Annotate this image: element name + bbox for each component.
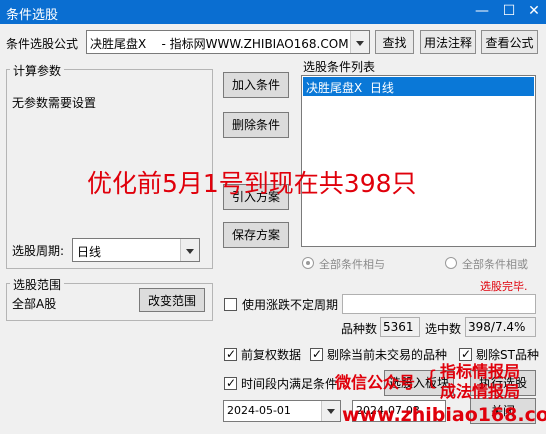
formula-select[interactable]: 决胜尾盘X - 指标网WWW.ZHIBIAO168.COM <box>86 30 370 54</box>
unfixed-period-input[interactable] <box>342 294 536 314</box>
period-label: 选股周期: <box>12 244 65 258</box>
condition-list-label: 选股条件列表 <box>303 60 376 74</box>
find-button[interactable]: 查找 <box>375 30 414 54</box>
calendar-dropdown-icon[interactable] <box>321 401 340 421</box>
formula-value: 决胜尾盘X - 指标网WWW.ZHIBIAO168.COM <box>90 37 349 51</box>
prior-adjust-checkbox[interactable]: ✓ <box>224 347 237 361</box>
overlay-site: www.zhibiao168.com <box>342 404 546 426</box>
start-date-field[interactable]: 2024-05-01 <box>223 400 341 422</box>
overlay-headline: 优化前5月1号到现在共398只 <box>87 169 417 198</box>
start-date-value: 2024-05-01 <box>227 404 291 417</box>
unfixed-period-checkbox[interactable] <box>224 298 237 311</box>
period-value: 日线 <box>77 245 102 259</box>
condition-list[interactable]: 决胜尾盘X 日线 <box>301 75 536 247</box>
stock-count-box: 5361 <box>380 317 420 337</box>
view-formula-button[interactable]: 查看公式 <box>481 30 538 54</box>
or-label: 全部条件相或 <box>462 258 528 271</box>
prior-adjust-label: 前复权数据 <box>241 348 302 362</box>
close-icon[interactable]: ✕ <box>522 0 546 24</box>
chevron-down-icon[interactable] <box>180 239 199 261</box>
selected-label: 选中数 <box>425 322 462 336</box>
delete-condition-button[interactable]: 删除条件 <box>223 112 289 138</box>
condition-list-item[interactable]: 决胜尾盘X 日线 <box>303 77 534 96</box>
or-radio[interactable] <box>445 257 457 269</box>
selected-box: 398/7.4% <box>465 317 536 337</box>
condition-list-item-label: 决胜尾盘X 日线 <box>306 81 394 95</box>
selected-value: 398/7.4% <box>468 320 526 334</box>
time-range-label: 时间段内满足条件 <box>241 377 338 391</box>
usage-notes-button[interactable]: 用法注释 <box>420 30 476 54</box>
add-condition-button[interactable]: 加入条件 <box>223 72 289 98</box>
minimize-icon[interactable]: — <box>470 0 494 24</box>
time-range-checkbox[interactable]: ✓ <box>224 376 237 390</box>
and-radio[interactable] <box>302 257 314 269</box>
and-label: 全部条件相与 <box>319 258 385 271</box>
stock-count-value: 5361 <box>383 320 414 334</box>
maximize-icon[interactable]: ☐ <box>497 0 521 24</box>
params-note: 无参数需要设置 <box>12 96 97 110</box>
range-group-title: 选股范围 <box>10 276 65 293</box>
stock-count-label: 品种数 <box>341 322 378 336</box>
exclude-untraded-label: 剔除当前未交易的品种 <box>327 348 448 362</box>
range-value: 全部A股 <box>12 297 57 311</box>
window-title: 条件选股 <box>6 8 59 23</box>
save-plan-button[interactable]: 保存方案 <box>223 222 289 248</box>
exclude-untraded-checkbox[interactable]: ✓ <box>310 347 323 361</box>
overlay-bracket-left: { <box>425 366 438 390</box>
formula-label: 条件选股公式 <box>6 37 79 51</box>
period-select[interactable]: 日线 <box>72 238 200 262</box>
title-bar: 条件选股 — ☐ ✕ <box>0 0 546 24</box>
overlay-brand2: 成法情报局 <box>440 382 521 401</box>
chevron-down-icon[interactable] <box>350 31 369 53</box>
unfixed-period-label: 使用涨跌不定周期 <box>242 298 339 312</box>
status-text: 选股完毕. <box>480 280 528 293</box>
params-group-title: 计算参数 <box>10 62 65 79</box>
overlay-wechat: 微信公众号 <box>335 373 416 392</box>
change-range-button[interactable]: 改变范围 <box>139 288 205 312</box>
